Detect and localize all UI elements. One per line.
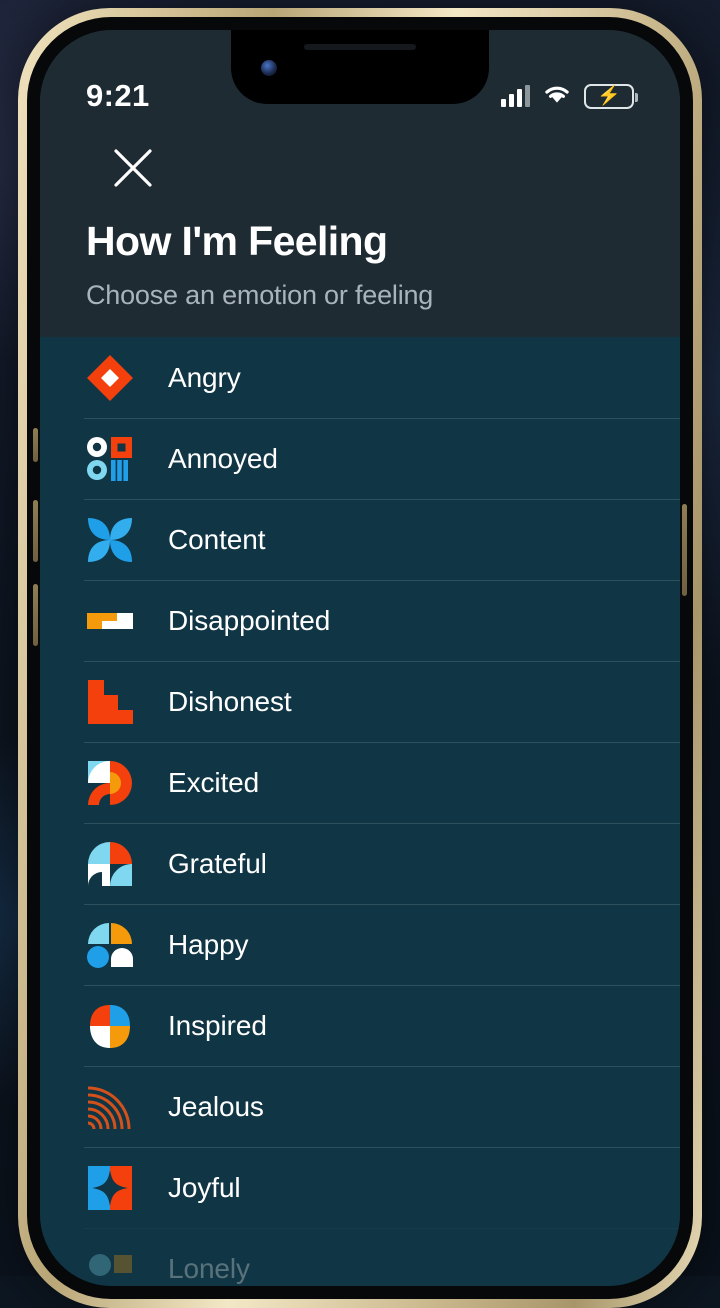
inspired-bud-icon xyxy=(86,1002,134,1050)
disappointed-blocks-icon xyxy=(86,597,134,645)
dishonest-stairs-icon xyxy=(86,678,134,726)
page-subtitle: Choose an emotion or feeling xyxy=(86,280,434,310)
cellular-bars-icon xyxy=(501,85,530,107)
page-title: How I'm Feeling xyxy=(86,218,388,264)
list-item-angry[interactable]: Angry xyxy=(40,337,680,418)
list-item-disappointed[interactable]: Disappointed xyxy=(40,580,680,661)
status-bar-icons: ⚡ xyxy=(501,82,638,110)
mute-switch-button[interactable] xyxy=(33,428,38,462)
status-bar-clock: 9:21 xyxy=(86,78,150,113)
list-item-label: Dishonest xyxy=(168,685,292,717)
list-item-label: Annoyed xyxy=(168,442,278,474)
phone-frame: 9:21 ⚡ How I'm Feeling Choose an emotion… xyxy=(18,8,702,1308)
content-petals-icon xyxy=(86,516,134,564)
joyful-star-icon xyxy=(86,1164,134,1212)
list-item-label: Angry xyxy=(168,361,241,393)
list-item-label: Grateful xyxy=(168,847,267,879)
front-camera-icon xyxy=(261,60,277,76)
list-item-label: Joyful xyxy=(168,1171,241,1203)
volume-up-button[interactable] xyxy=(33,500,38,562)
annoyed-grid-icon xyxy=(86,435,134,483)
battery-charging-icon: ⚡ xyxy=(584,83,638,109)
power-button[interactable] xyxy=(682,504,687,596)
volume-down-button[interactable] xyxy=(33,584,38,646)
excited-arcs-icon xyxy=(86,759,134,807)
lonely-icon xyxy=(86,1245,134,1287)
grateful-quarters-icon xyxy=(86,840,134,888)
emotion-list[interactable]: Angry Annoyed Content Disappointed Disho… xyxy=(40,337,680,1286)
list-item-label: Happy xyxy=(168,928,249,960)
list-item-joyful[interactable]: Joyful xyxy=(40,1147,680,1228)
phone-notch xyxy=(231,30,489,104)
phone-screen: 9:21 ⚡ How I'm Feeling Choose an emotion… xyxy=(40,30,680,1286)
list-item-label: Excited xyxy=(168,766,260,798)
list-item-label: Inspired xyxy=(168,1009,267,1041)
list-item-label: Content xyxy=(168,523,266,555)
list-item-grateful[interactable]: Grateful xyxy=(40,823,680,904)
list-item-inspired[interactable]: Inspired xyxy=(40,985,680,1066)
jealous-rings-icon xyxy=(86,1083,134,1131)
phone-bezel: 9:21 ⚡ How I'm Feeling Choose an emotion… xyxy=(27,17,693,1299)
list-item-label: Jealous xyxy=(168,1090,264,1122)
list-item-dishonest[interactable]: Dishonest xyxy=(40,661,680,742)
list-item-jealous[interactable]: Jealous xyxy=(40,1066,680,1147)
list-item-annoyed[interactable]: Annoyed xyxy=(40,418,680,499)
angry-diamond-icon xyxy=(86,354,134,402)
list-item-happy[interactable]: Happy xyxy=(40,904,680,985)
close-button[interactable] xyxy=(112,147,154,189)
list-item-excited[interactable]: Excited xyxy=(40,742,680,823)
list-item-label: Lonely xyxy=(168,1252,250,1284)
list-item-lonely[interactable]: Lonely xyxy=(40,1228,680,1286)
close-x-icon xyxy=(114,149,152,187)
list-item-label: Disappointed xyxy=(168,604,331,636)
happy-shapes-icon xyxy=(86,921,134,969)
list-item-content[interactable]: Content xyxy=(40,499,680,580)
wifi-icon xyxy=(542,82,572,110)
earpiece-speaker xyxy=(304,44,416,50)
